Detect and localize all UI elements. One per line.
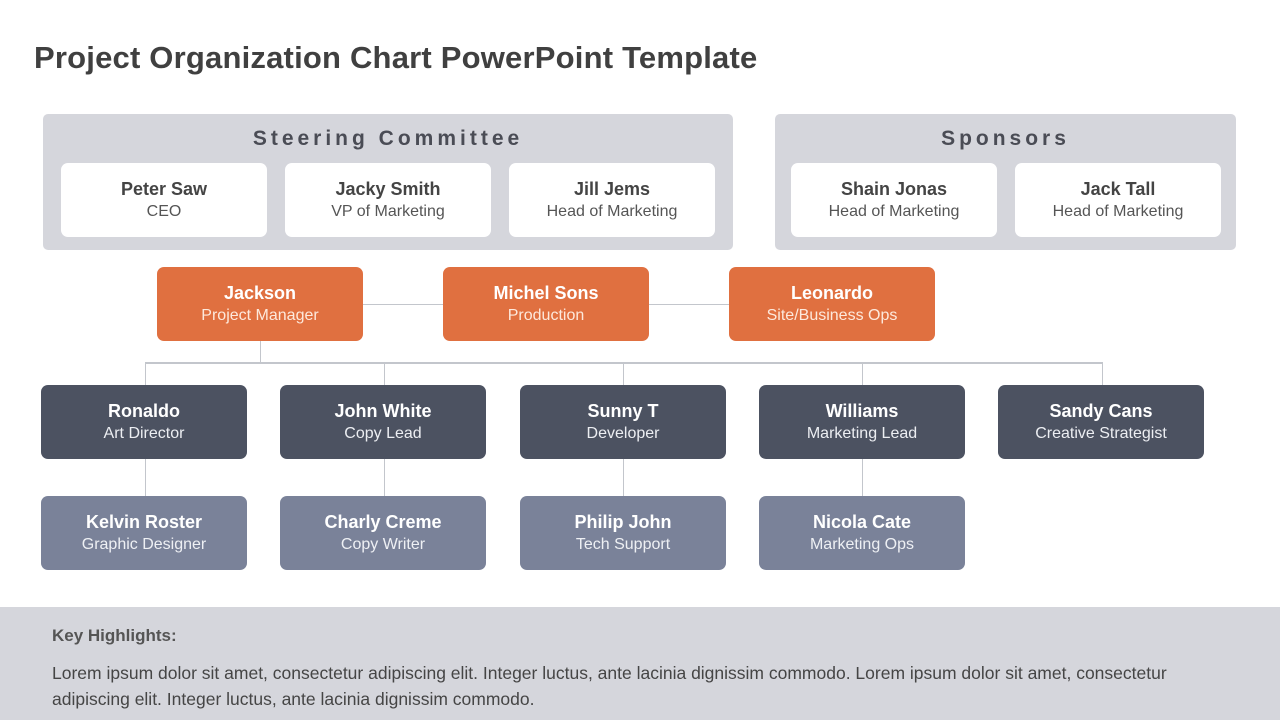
lead-role: Marketing Lead <box>806 425 918 442</box>
member-role: Graphic Designer <box>81 536 207 553</box>
connector-to-ronaldo <box>145 363 146 385</box>
connector-jackson-michel <box>363 304 443 305</box>
key-highlights-text: Lorem ipsum dolor sit amet, consectetur … <box>52 663 1167 709</box>
member-name: Jacky Smith <box>335 179 441 199</box>
member-name: Peter Saw <box>120 179 208 199</box>
team-lead-card[interactable]: Williams Marketing Lead <box>759 385 965 459</box>
leader-card-leonardo[interactable]: Leonardo Site/Business Ops <box>729 267 935 341</box>
leader-name: Jackson <box>223 283 297 303</box>
connector-to-sunny-t <box>623 363 624 385</box>
member-name: Nicola Cate <box>812 512 912 532</box>
member-role: Marketing Ops <box>809 536 915 553</box>
connector-sunny-philip <box>623 459 624 496</box>
steering-committee-panel: Steering Committee Peter Saw CEO Jacky S… <box>43 114 733 250</box>
team-member-card[interactable]: Kelvin Roster Graphic Designer <box>41 496 247 570</box>
member-name: Kelvin Roster <box>85 512 203 532</box>
lead-name: Sunny T <box>587 401 659 421</box>
member-role: Head of Marketing <box>546 203 678 220</box>
team-lead-card[interactable]: Sandy Cans Creative Strategist <box>998 385 1204 459</box>
member-role: Head of Marketing <box>828 203 960 220</box>
page-title: Project Organization Chart PowerPoint Te… <box>34 40 758 75</box>
team-lead-card[interactable]: Ronaldo Art Director <box>41 385 247 459</box>
lead-role: Creative Strategist <box>1035 425 1167 442</box>
member-name: Shain Jonas <box>840 179 948 199</box>
member-role: Copy Writer <box>340 536 426 553</box>
team-lead-card[interactable]: John White Copy Lead <box>280 385 486 459</box>
member-name: Jill Jems <box>573 179 651 199</box>
sponsors-panel: Sponsors Shain Jonas Head of Marketing J… <box>775 114 1236 250</box>
sponsor-card[interactable]: Shain Jonas Head of Marketing <box>791 163 997 237</box>
lead-role: Copy Lead <box>344 425 422 442</box>
leader-name: Leonardo <box>790 283 873 303</box>
connector-to-john-white <box>384 363 385 385</box>
member-name: Jack Tall <box>1080 179 1156 199</box>
key-highlights-section: Key Highlights: Lorem ipsum dolor sit am… <box>0 607 1280 720</box>
connector-williams-nicola <box>862 459 863 496</box>
member-name: Philip John <box>574 512 672 532</box>
member-role: CEO <box>146 203 182 220</box>
leader-role: Project Manager <box>201 307 319 324</box>
steering-committee-heading: Steering Committee <box>252 127 524 150</box>
sponsors-heading: Sponsors <box>941 127 1070 150</box>
team-member-card[interactable]: Philip John Tech Support <box>520 496 726 570</box>
member-role: VP of Marketing <box>331 203 445 220</box>
steering-member-card[interactable]: Jacky Smith VP of Marketing <box>285 163 491 237</box>
lead-name: Ronaldo <box>108 401 180 421</box>
connector-horizontal-bus <box>145 362 1103 364</box>
leader-card-jackson[interactable]: Jackson Project Manager <box>157 267 363 341</box>
team-member-card[interactable]: Nicola Cate Marketing Ops <box>759 496 965 570</box>
member-role: Head of Marketing <box>1052 203 1184 220</box>
member-name: Charly Creme <box>324 512 442 532</box>
lead-name: Williams <box>825 401 899 421</box>
connector-michel-leonardo <box>649 304 729 305</box>
steering-member-card[interactable]: Peter Saw CEO <box>61 163 267 237</box>
steering-member-card[interactable]: Jill Jems Head of Marketing <box>509 163 715 237</box>
leader-role: Production <box>507 307 585 324</box>
sponsor-card[interactable]: Jack Tall Head of Marketing <box>1015 163 1221 237</box>
connector-john-charly <box>384 459 385 496</box>
lead-role: Developer <box>586 425 660 442</box>
leader-role: Site/Business Ops <box>766 307 898 324</box>
connector-jackson-down <box>260 341 261 362</box>
lead-name: John White <box>334 401 432 421</box>
leader-card-michel-sons[interactable]: Michel Sons Production <box>443 267 649 341</box>
connector-to-sandy-cans <box>1102 363 1103 385</box>
lead-name: Sandy Cans <box>1049 401 1153 421</box>
connector-ronaldo-kelvin <box>145 459 146 496</box>
leader-name: Michel Sons <box>493 283 599 303</box>
lead-role: Art Director <box>103 425 185 442</box>
team-member-card[interactable]: Charly Creme Copy Writer <box>280 496 486 570</box>
member-role: Tech Support <box>575 536 671 553</box>
key-highlights-heading: Key Highlights: <box>52 626 177 645</box>
team-lead-card[interactable]: Sunny T Developer <box>520 385 726 459</box>
connector-to-williams <box>862 363 863 385</box>
